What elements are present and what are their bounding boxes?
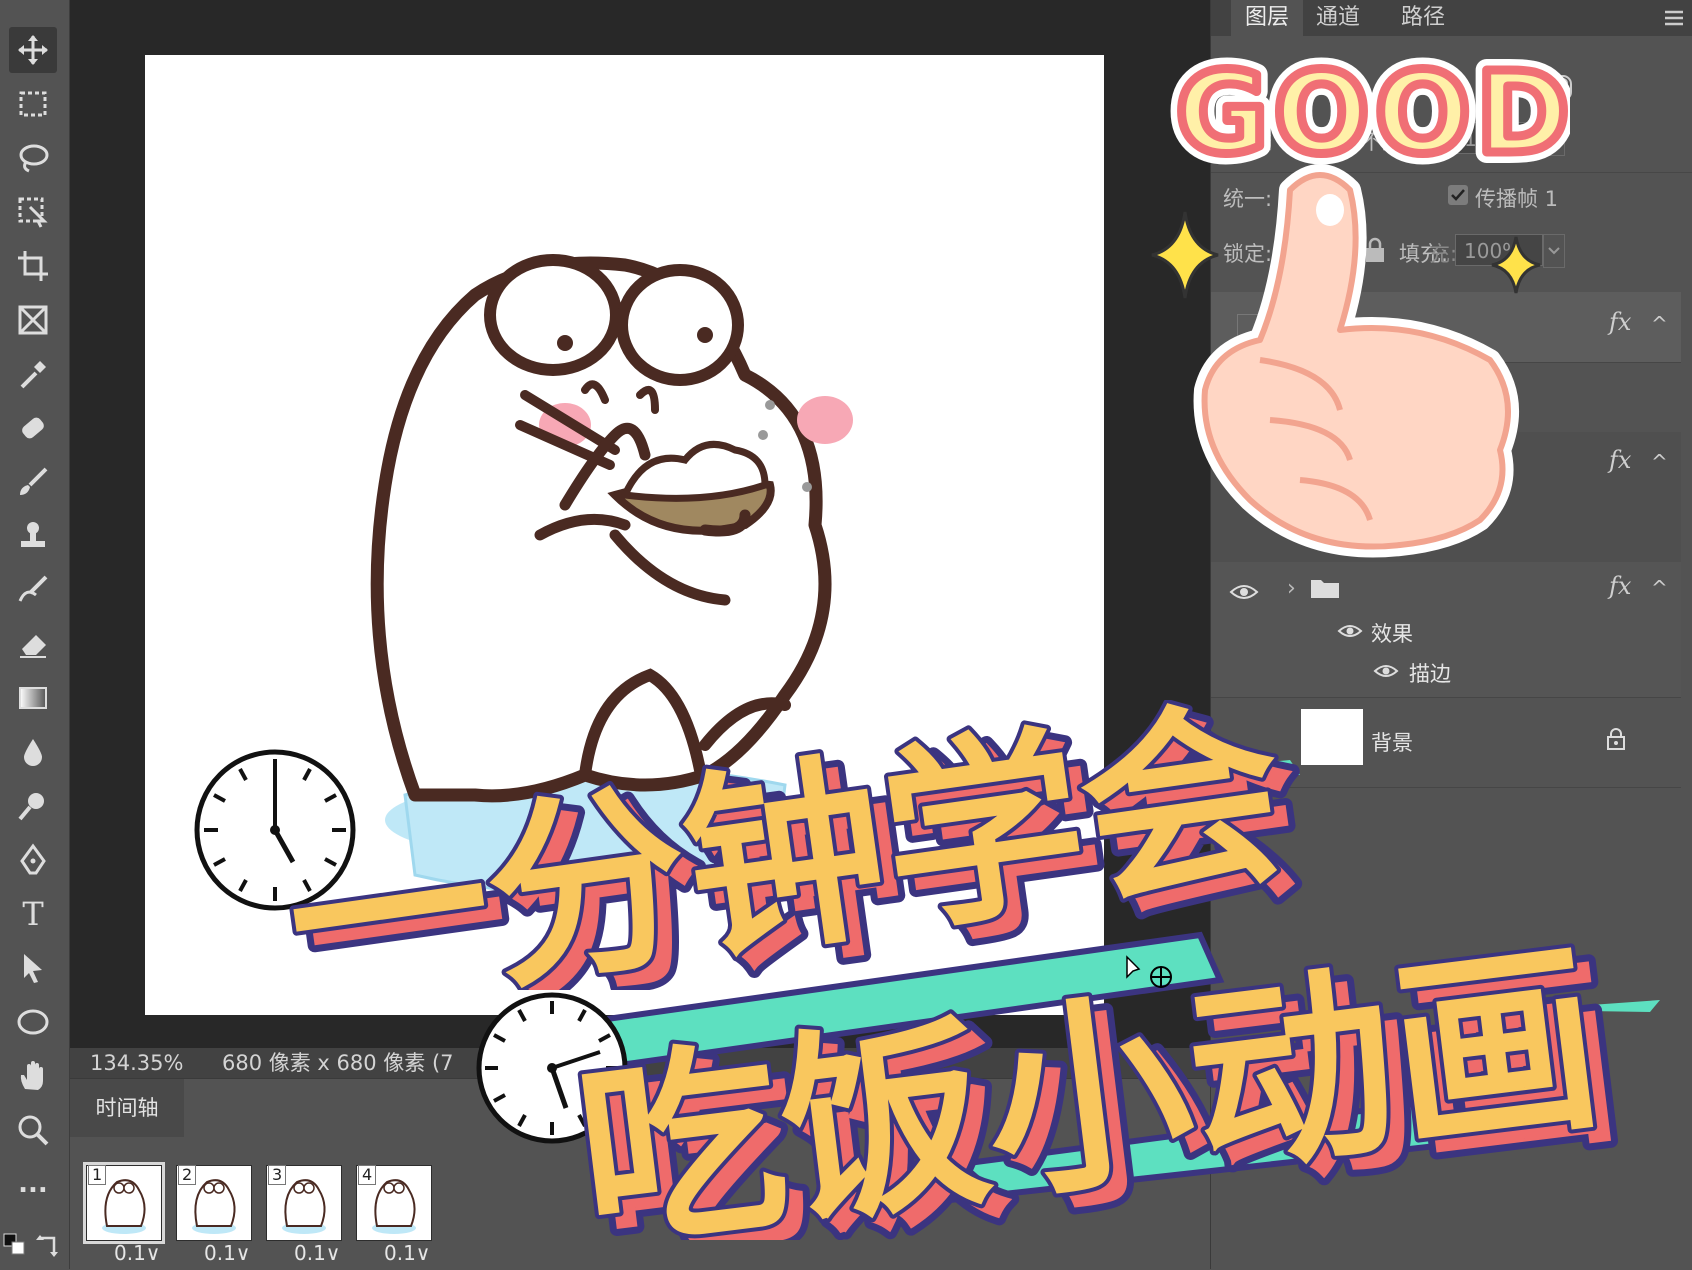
swap-colors-icon[interactable]	[34, 1232, 64, 1262]
visibility-toggle[interactable]	[1237, 314, 1263, 340]
canvas[interactable]	[145, 55, 1104, 1015]
tab-channels[interactable]: 通道	[1316, 0, 1360, 36]
eraser-icon[interactable]	[9, 621, 57, 667]
filter-toggle-icon[interactable]	[1549, 74, 1577, 102]
opacity-field[interactable]: 100%	[1455, 122, 1543, 154]
character-illustration	[370, 254, 853, 895]
frame-delay[interactable]: 0.1∨	[294, 1241, 340, 1265]
healing-brush-icon[interactable]	[9, 405, 57, 451]
panel-tab-bar: 图层 通道 路径	[1211, 0, 1692, 36]
eyedropper-icon[interactable]	[9, 351, 57, 397]
brush-icon[interactable]	[9, 459, 57, 505]
layer-group-2[interactable]: fx ^	[1211, 432, 1681, 563]
effects-eye-icon[interactable]	[1337, 622, 1363, 640]
chevron-up-icon[interactable]: ^	[1651, 450, 1668, 474]
timeline-frame-1[interactable]: 1 0.1∨	[80, 1159, 170, 1265]
unify-label: 统一:	[1223, 187, 1273, 211]
marquee-icon[interactable]	[9, 81, 57, 127]
eye-icon[interactable]	[1229, 582, 1259, 602]
lock-row: 锁定: 填充: 充: 100%	[1211, 230, 1692, 274]
crop-icon[interactable]	[9, 243, 57, 289]
lock-label: 锁定:	[1223, 242, 1273, 266]
layers-panel: 图层 通道 路径 透 不透明度: 不 明度: 100% 统一: 传播帧 1 锁定…	[1210, 0, 1692, 1269]
opacity-row: 透 不透明度: 不 明度: 100%	[1211, 118, 1692, 162]
default-colors-icon[interactable]	[2, 1232, 32, 1262]
pen-icon[interactable]	[9, 837, 57, 883]
lock-icon	[1605, 727, 1627, 751]
zoom-level[interactable]: 134.35%	[90, 1048, 183, 1078]
timeline-frame-2[interactable]: 2 0.1∨	[170, 1159, 260, 1265]
status-bar: 134.35% 680 像素 x 680 像素 (7	[70, 1048, 1210, 1078]
folder-icon	[1309, 576, 1341, 600]
document-size: 680 像素 x 680 像素 (7	[222, 1051, 454, 1075]
fx-badge[interactable]: fx	[1609, 572, 1631, 600]
object-select-icon[interactable]	[9, 189, 57, 235]
tab-paths[interactable]: 路径	[1401, 0, 1445, 36]
layer-background[interactable]: 背景	[1211, 697, 1681, 788]
transparency-fragment: 透	[1251, 130, 1272, 154]
left-eye	[484, 254, 622, 376]
frame-number: 1	[88, 1165, 107, 1185]
opacity-fragment-2: 明度:	[1406, 130, 1456, 154]
stroke-label: 描边	[1409, 662, 1451, 686]
more-icon[interactable]: ...	[9, 1161, 57, 1207]
right-blush	[797, 396, 853, 444]
gradient-icon[interactable]	[9, 675, 57, 721]
lasso-icon[interactable]	[9, 135, 57, 181]
fx-badge[interactable]: fx	[1609, 446, 1631, 474]
history-brush-icon[interactable]	[9, 567, 57, 613]
right-eye	[616, 264, 744, 386]
layer-group-1[interactable]: › fx ^	[1211, 292, 1681, 363]
tools-panel: T ...	[0, 0, 70, 1269]
frame-delay[interactable]: 0.1∨	[384, 1241, 430, 1265]
filter-smart-icon[interactable]	[1511, 74, 1537, 100]
expand-chevron-icon[interactable]: ›	[1287, 312, 1296, 337]
fill-fragment: 充:	[1429, 242, 1458, 266]
layer-effects-1	[1211, 362, 1681, 433]
frame-number: 4	[358, 1165, 377, 1185]
layer-filter-row	[1211, 62, 1692, 110]
background-thumbnail	[1301, 709, 1363, 765]
timeline-frame-4[interactable]: 4 0.1∨	[350, 1159, 440, 1265]
opacity-fragment: 不	[1381, 130, 1402, 154]
propagate-checkbox[interactable]	[1448, 185, 1468, 205]
move-icon[interactable]	[9, 27, 57, 73]
panel-menu-icon[interactable]	[1663, 8, 1685, 28]
fill-dropdown[interactable]	[1543, 234, 1565, 268]
zoom-icon[interactable]	[9, 1107, 57, 1153]
frame-icon[interactable]	[9, 297, 57, 343]
chevron-up-icon[interactable]: ^	[1651, 576, 1668, 600]
opacity-dropdown[interactable]	[1543, 122, 1565, 156]
dodge-icon[interactable]	[9, 783, 57, 829]
background-label: 背景	[1371, 731, 1413, 755]
clone-stamp-icon[interactable]	[9, 513, 57, 559]
chevron-up-icon[interactable]: ^	[1651, 312, 1668, 336]
frame-number: 3	[268, 1165, 287, 1185]
expand-chevron-icon[interactable]: ›	[1287, 576, 1296, 601]
stroke-eye-icon[interactable]	[1373, 662, 1399, 680]
type-icon[interactable]: T	[9, 891, 57, 937]
layer-group-3[interactable]: › fx ^ 效果 描边	[1211, 562, 1681, 698]
more-glyph: ...	[18, 1169, 48, 1199]
hand-icon[interactable]	[9, 1053, 57, 1099]
timeline-panel: 时间轴 1 0.1∨ 2 0.1∨ 3 0.1∨ 4 0.1∨	[70, 1078, 1210, 1270]
frame-number: 2	[178, 1165, 197, 1185]
type-glyph: T	[22, 895, 44, 933]
ellipse-icon[interactable]	[9, 999, 57, 1045]
fill-field[interactable]: 100%	[1455, 234, 1543, 266]
effects-label: 效果	[1371, 622, 1413, 646]
blur-icon[interactable]	[9, 729, 57, 775]
frame-delay[interactable]: 0.1∨	[204, 1241, 250, 1265]
lock-position-icon[interactable]	[1323, 236, 1351, 264]
timeline-frame-3[interactable]: 3 0.1∨	[260, 1159, 350, 1265]
tab-layers[interactable]: 图层	[1231, 0, 1304, 36]
propagate-label: 传播帧 1	[1475, 187, 1559, 211]
fx-badge[interactable]: fx	[1609, 308, 1631, 336]
frame-delay[interactable]: 0.1∨	[114, 1241, 160, 1265]
lock-all-icon[interactable]	[1363, 236, 1387, 264]
timeline-tab[interactable]: 时间轴	[70, 1079, 184, 1137]
path-select-icon[interactable]	[9, 945, 57, 991]
unify-row: 统一: 传播帧 1	[1211, 172, 1692, 217]
